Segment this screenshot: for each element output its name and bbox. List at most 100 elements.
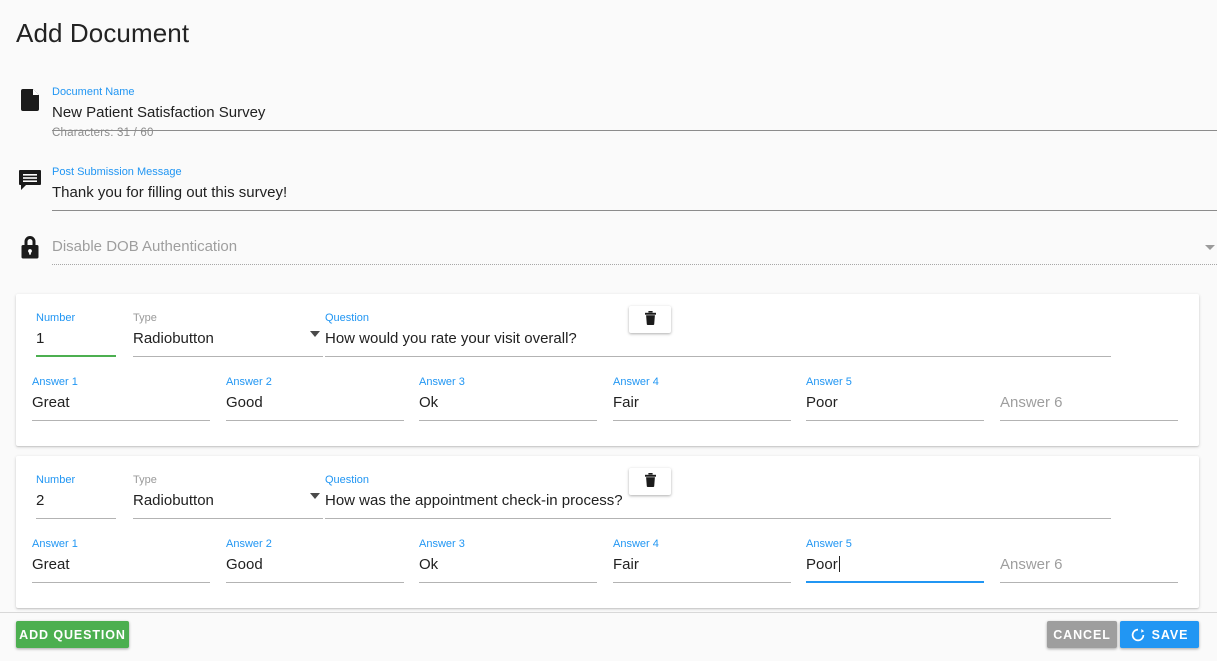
post-submission-value[interactable]: Thank you for filling out this survey! bbox=[52, 179, 1217, 204]
dob-auth-placeholder: Disable DOB Authentication bbox=[52, 238, 238, 255]
answer-field-1[interactable]: Answer 1 Great bbox=[32, 538, 210, 583]
question-number-label: Number bbox=[36, 312, 76, 324]
question-text-value[interactable]: How would you rate your visit overall? bbox=[325, 325, 1111, 350]
add-question-button[interactable]: ADD QUESTION bbox=[16, 621, 129, 648]
document-name-underline bbox=[52, 130, 1217, 131]
question-type-value[interactable]: Radiobutton bbox=[133, 487, 323, 512]
delete-question-button[interactable] bbox=[629, 468, 671, 495]
trash-icon bbox=[644, 311, 656, 328]
dob-auth-underline bbox=[52, 264, 1217, 265]
question-card: Number 1 Type Radiobutton Question How w… bbox=[16, 294, 1199, 446]
footer-divider bbox=[0, 612, 1217, 613]
question-text-value[interactable]: How was the appointment check-in process… bbox=[325, 487, 1111, 512]
answer-underline-4 bbox=[613, 582, 791, 583]
question-number-label: Number bbox=[36, 474, 76, 486]
answer-field-6[interactable]: Answer 6 Answer 6 bbox=[1000, 376, 1178, 421]
question-number-underline bbox=[36, 518, 116, 519]
question-type-underline bbox=[133, 356, 323, 357]
answer-field-1[interactable]: Answer 1 Great bbox=[32, 376, 210, 421]
answer-value-2[interactable]: Good bbox=[226, 389, 404, 414]
answer-field-4[interactable]: Answer 4 Fair bbox=[613, 376, 791, 421]
answer-label-1: Answer 1 bbox=[32, 538, 78, 550]
post-submission-label: Post Submission Message bbox=[52, 166, 182, 178]
answer-label-4: Answer 4 bbox=[613, 376, 659, 388]
question-number-field[interactable]: Number 2 bbox=[36, 474, 116, 519]
document-name-field[interactable]: Document Name New Patient Satisfaction S… bbox=[52, 86, 1217, 131]
answer-value-1[interactable]: Great bbox=[32, 389, 210, 414]
document-name-label: Document Name bbox=[52, 86, 135, 98]
question-number-field[interactable]: Number 1 bbox=[36, 312, 116, 357]
chevron-down-icon[interactable] bbox=[310, 331, 320, 337]
answer-field-3[interactable]: Answer 3 Ok bbox=[419, 376, 597, 421]
post-submission-underline bbox=[52, 210, 1217, 211]
question-card-header-row: Number 2 Type Radiobutton Question How w… bbox=[16, 456, 1199, 519]
answer-value-5[interactable]: Poor bbox=[806, 389, 984, 414]
answer-field-5-focused[interactable]: Answer 5 Poor bbox=[806, 538, 984, 583]
chevron-down-icon[interactable] bbox=[1205, 245, 1215, 250]
save-button-label: SAVE bbox=[1151, 627, 1189, 642]
answer-value-5[interactable]: Poor bbox=[806, 551, 984, 576]
answer-value-2[interactable]: Good bbox=[226, 551, 404, 576]
question-type-select[interactable]: Type Radiobutton bbox=[133, 474, 323, 519]
answer-underline-1 bbox=[32, 420, 210, 421]
question-card-header-row: Number 1 Type Radiobutton Question How w… bbox=[16, 294, 1199, 357]
answer-label-5: Answer 5 bbox=[806, 376, 852, 388]
post-submission-field[interactable]: Post Submission Message Thank you for fi… bbox=[52, 166, 1217, 211]
answer-value-4[interactable]: Fair bbox=[613, 389, 791, 414]
answer-label-3: Answer 3 bbox=[419, 538, 465, 550]
text-cursor bbox=[838, 556, 840, 572]
question-number-value[interactable]: 1 bbox=[36, 325, 116, 350]
dob-auth-select[interactable]: Disable DOB Authentication bbox=[52, 233, 1217, 265]
sync-icon bbox=[1131, 628, 1145, 642]
save-button[interactable]: SAVE bbox=[1120, 621, 1199, 648]
answer-label-1: Answer 1 bbox=[32, 376, 78, 388]
question-type-label: Type bbox=[133, 312, 157, 324]
question-type-value[interactable]: Radiobutton bbox=[133, 325, 323, 350]
answer-underline-5 bbox=[806, 581, 984, 583]
answer-underline-5 bbox=[806, 420, 984, 421]
question-text-field[interactable]: Question How was the appointment check-i… bbox=[325, 474, 1111, 519]
question-text-label: Question bbox=[325, 474, 370, 486]
answer-label-4: Answer 4 bbox=[613, 538, 659, 550]
question-type-underline bbox=[133, 518, 323, 519]
answer-label-2: Answer 2 bbox=[226, 538, 272, 550]
answer-field-3[interactable]: Answer 3 Ok bbox=[419, 538, 597, 583]
question-number-value[interactable]: 2 bbox=[36, 487, 116, 512]
answer-underline-2 bbox=[226, 420, 404, 421]
question-number-underline bbox=[36, 355, 116, 357]
question-card: Number 2 Type Radiobutton Question How w… bbox=[16, 456, 1199, 608]
document-name-value[interactable]: New Patient Satisfaction Survey bbox=[52, 99, 1217, 124]
question-text-underline bbox=[325, 518, 1111, 519]
trash-icon bbox=[644, 473, 656, 490]
answer-field-4[interactable]: Answer 4 Fair bbox=[613, 538, 791, 583]
answer-value-6[interactable]: Answer 6 bbox=[1000, 389, 1178, 414]
cancel-button[interactable]: CANCEL bbox=[1047, 621, 1117, 648]
dob-auth-row[interactable]: Disable DOB Authentication bbox=[16, 233, 1217, 265]
answer-field-6[interactable]: Answer 6 Answer 6 bbox=[1000, 538, 1178, 583]
answer-label-3: Answer 3 bbox=[419, 376, 465, 388]
answer-label-5: Answer 5 bbox=[806, 538, 852, 550]
answer-value-6[interactable]: Answer 6 bbox=[1000, 551, 1178, 576]
answer-value-4[interactable]: Fair bbox=[613, 551, 791, 576]
answer-value-3[interactable]: Ok bbox=[419, 389, 597, 414]
add-document-page: Add Document Document Name New Patient S… bbox=[0, 0, 1217, 661]
document-name-char-count: Characters: 31 / 60 bbox=[52, 127, 154, 139]
answer-underline-1 bbox=[32, 582, 210, 583]
answer-field-2[interactable]: Answer 2 Good bbox=[226, 376, 404, 421]
answer-underline-3 bbox=[419, 582, 597, 583]
comment-icon bbox=[16, 166, 44, 194]
answer-value-3[interactable]: Ok bbox=[419, 551, 597, 576]
delete-question-button[interactable] bbox=[629, 306, 671, 333]
answer-underline-2 bbox=[226, 582, 404, 583]
question-text-underline bbox=[325, 356, 1111, 357]
answer-field-2[interactable]: Answer 2 Good bbox=[226, 538, 404, 583]
chevron-down-icon[interactable] bbox=[310, 493, 320, 499]
page-title: Add Document bbox=[16, 18, 190, 48]
question-text-field[interactable]: Question How would you rate your visit o… bbox=[325, 312, 1111, 357]
answer-value-1[interactable]: Great bbox=[32, 551, 210, 576]
question-text-label: Question bbox=[325, 312, 370, 324]
answer-field-5[interactable]: Answer 5 Poor bbox=[806, 376, 984, 421]
document-icon bbox=[16, 86, 44, 114]
question-type-select[interactable]: Type Radiobutton bbox=[133, 312, 323, 357]
answer-underline-3 bbox=[419, 420, 597, 421]
